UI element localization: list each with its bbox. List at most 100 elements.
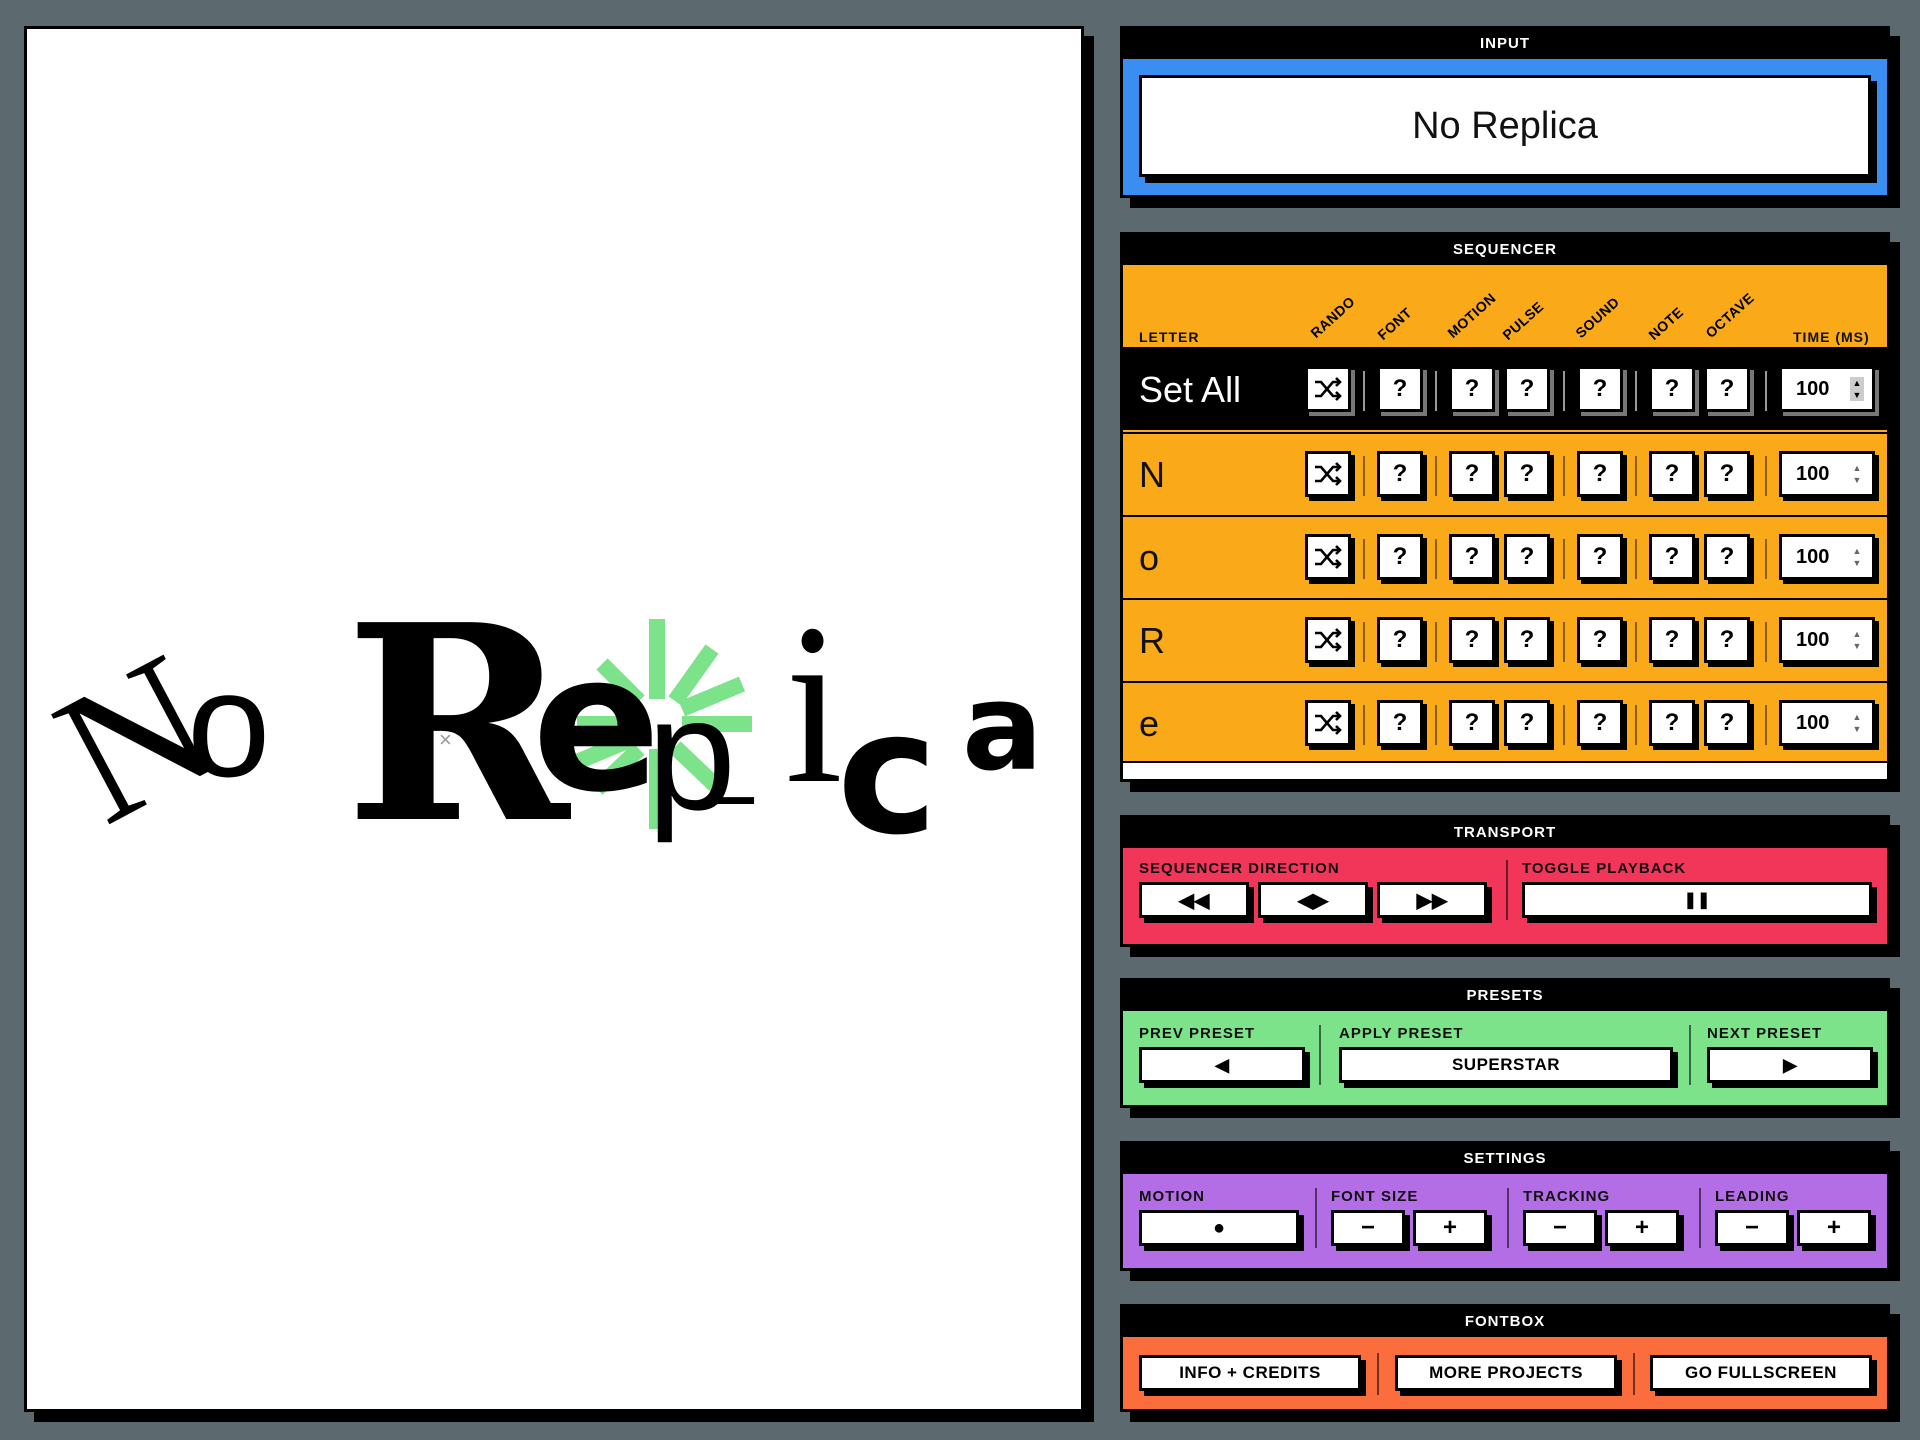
- input-panel: INPUT No Replica: [1120, 26, 1890, 198]
- octave-button[interactable]: ?: [1704, 534, 1750, 580]
- set-all-font-button[interactable]: ?: [1377, 366, 1423, 412]
- note-button[interactable]: ?: [1649, 617, 1695, 663]
- sequencer-row-n: N ? ? ? ? ? ? 100 ▲ ▼: [1123, 432, 1887, 515]
- set-all-sound-button[interactable]: ?: [1577, 366, 1623, 412]
- pause-button[interactable]: ❚❚: [1522, 882, 1872, 918]
- sequencer-row-o: o ? ? ? ? ? ? 100 ▲ ▼: [1123, 515, 1887, 598]
- sound-button[interactable]: ?: [1577, 534, 1623, 580]
- shuffle-icon[interactable]: [1305, 617, 1351, 663]
- pulse-button[interactable]: ?: [1504, 617, 1550, 663]
- col-header-motion: MOTION: [1444, 289, 1499, 341]
- rewind-button[interactable]: ◀◀: [1139, 882, 1249, 918]
- motion-button[interactable]: ?: [1449, 451, 1495, 497]
- sound-button[interactable]: ?: [1577, 451, 1623, 497]
- tracking-increase-button[interactable]: +: [1605, 1210, 1679, 1246]
- time-spinner-icon[interactable]: ▲ ▼: [1850, 545, 1864, 569]
- time-input[interactable]: 100 ▲ ▼: [1779, 617, 1875, 663]
- sequencer-direction-label: SEQUENCER DIRECTION: [1139, 860, 1340, 877]
- font-size-decrease-button[interactable]: −: [1331, 1210, 1405, 1246]
- set-all-note-button[interactable]: ?: [1649, 366, 1695, 412]
- motion-button[interactable]: ?: [1449, 534, 1495, 580]
- time-spinner-icon[interactable]: ▲ ▼: [1850, 462, 1864, 486]
- time-spinner-icon[interactable]: ▲ ▼: [1850, 628, 1864, 652]
- sequencer-panel: SEQUENCER LETTER RANDO FONT MOTION PULSE…: [1120, 232, 1890, 782]
- sequencer-panel-title: SEQUENCER: [1123, 235, 1887, 265]
- tracking-label: TRACKING: [1523, 1188, 1611, 1205]
- sound-button[interactable]: ?: [1577, 700, 1623, 746]
- octave-button[interactable]: ?: [1704, 700, 1750, 746]
- bidirectional-button[interactable]: ◀▶: [1258, 882, 1368, 918]
- col-header-note: NOTE: [1645, 303, 1687, 343]
- text-input[interactable]: No Replica: [1139, 75, 1871, 177]
- canvas-letter-l: L: [707, 724, 758, 824]
- canvas-cross-mark: ×: [439, 727, 452, 752]
- time-input[interactable]: 100 ▲ ▼: [1779, 451, 1875, 497]
- leading-increase-button[interactable]: +: [1797, 1210, 1871, 1246]
- shuffle-icon[interactable]: [1305, 451, 1351, 497]
- time-value: 100: [1796, 462, 1830, 485]
- pulse-button[interactable]: ?: [1504, 700, 1550, 746]
- sequencer-row-r: R ? ? ? ? ? ? 100 ▲ ▼: [1123, 598, 1887, 681]
- set-all-octave-button[interactable]: ?: [1704, 366, 1750, 412]
- shuffle-icon[interactable]: [1305, 366, 1351, 412]
- col-header-octave: OCTAVE: [1702, 289, 1758, 341]
- sequencer-row-e: e ? ? ? ? ? ? 100 ▲ ▼: [1123, 681, 1887, 764]
- time-spinner-icon[interactable]: ▲ ▼: [1850, 377, 1864, 401]
- settings-panel: SETTINGS MOTION ● FONT SIZE − + TRACKING…: [1120, 1141, 1890, 1271]
- pulse-button[interactable]: ?: [1504, 534, 1550, 580]
- font-button[interactable]: ?: [1377, 451, 1423, 497]
- canvas-letter-o: o: [187, 640, 271, 808]
- leading-decrease-button[interactable]: −: [1715, 1210, 1789, 1246]
- go-fullscreen-button[interactable]: GO FULLSCREEN: [1650, 1355, 1872, 1391]
- octave-button[interactable]: ?: [1704, 617, 1750, 663]
- octave-button[interactable]: ?: [1704, 451, 1750, 497]
- shuffle-icon[interactable]: [1305, 700, 1351, 746]
- presets-panel-title: PRESETS: [1123, 981, 1887, 1011]
- sound-button[interactable]: ?: [1577, 617, 1623, 663]
- font-button[interactable]: ?: [1377, 617, 1423, 663]
- canvas-letter-i: i: [785, 576, 843, 831]
- font-button[interactable]: ?: [1377, 534, 1423, 580]
- font-size-increase-button[interactable]: +: [1413, 1210, 1487, 1246]
- note-button[interactable]: ?: [1649, 534, 1695, 580]
- settings-panel-title: SETTINGS: [1123, 1144, 1887, 1174]
- time-spinner-icon[interactable]: ▲ ▼: [1850, 711, 1864, 735]
- pulse-button[interactable]: ?: [1504, 451, 1550, 497]
- time-value: 100: [1796, 545, 1830, 568]
- col-header-rando: RANDO: [1307, 293, 1359, 341]
- col-header-time: TIME (MS): [1793, 329, 1870, 345]
- set-all-time-input[interactable]: 100 ▲ ▼: [1779, 366, 1875, 412]
- set-all-motion-button[interactable]: ?: [1449, 366, 1495, 412]
- motion-button[interactable]: ?: [1449, 617, 1495, 663]
- time-input[interactable]: 100 ▲ ▼: [1779, 534, 1875, 580]
- set-all-label: Set All: [1139, 368, 1242, 410]
- prev-preset-button[interactable]: ◀: [1139, 1047, 1305, 1083]
- motion-button[interactable]: ?: [1449, 700, 1495, 746]
- set-all-pulse-button[interactable]: ?: [1504, 366, 1550, 412]
- more-projects-button[interactable]: MORE PROJECTS: [1395, 1355, 1617, 1391]
- row-letter: R: [1139, 619, 1165, 661]
- next-preset-button[interactable]: ▶: [1707, 1047, 1873, 1083]
- note-button[interactable]: ?: [1649, 451, 1695, 497]
- fontbox-panel-title: FONTBOX: [1123, 1307, 1887, 1337]
- font-button[interactable]: ?: [1377, 700, 1423, 746]
- motion-toggle-button[interactable]: ●: [1139, 1210, 1299, 1246]
- canvas-letter-e: e: [532, 613, 661, 834]
- time-value: 100: [1796, 628, 1830, 651]
- info-credits-button[interactable]: INFO + CREDITS: [1139, 1355, 1361, 1391]
- row-letter: N: [1139, 453, 1165, 495]
- note-button[interactable]: ?: [1649, 700, 1695, 746]
- row-letter: o: [1139, 536, 1160, 578]
- forward-button[interactable]: ▶▶: [1377, 882, 1487, 918]
- apply-preset-button[interactable]: SUPERSTAR: [1339, 1047, 1673, 1083]
- input-panel-title: INPUT: [1123, 29, 1887, 59]
- row-letter: e: [1139, 702, 1160, 744]
- canvas-letter-c: c: [837, 675, 938, 873]
- sequencer-scroll-area[interactable]: [1123, 761, 1887, 779]
- tracking-decrease-button[interactable]: −: [1523, 1210, 1597, 1246]
- next-preset-label: NEXT PRESET: [1707, 1025, 1823, 1042]
- col-header-letter: LETTER: [1139, 329, 1200, 345]
- time-input[interactable]: 100 ▲ ▼: [1779, 700, 1875, 746]
- prev-preset-label: PREV PRESET: [1139, 1025, 1256, 1042]
- shuffle-icon[interactable]: [1305, 534, 1351, 580]
